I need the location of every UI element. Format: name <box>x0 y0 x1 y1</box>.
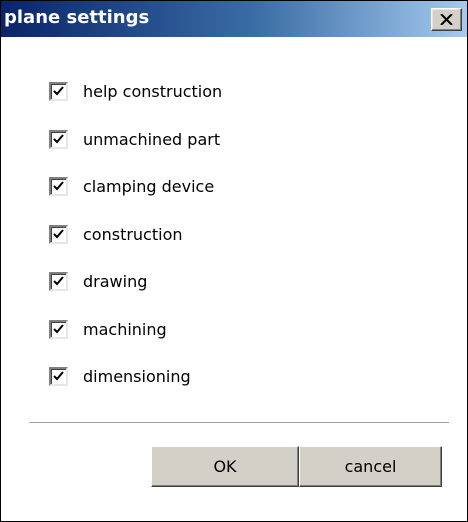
close-icon <box>440 14 453 25</box>
checkmark-icon <box>53 228 64 238</box>
checkmark-icon <box>53 181 64 191</box>
separator-line <box>29 422 449 424</box>
window-title: plane settings <box>4 7 150 28</box>
close-button[interactable] <box>431 8 462 31</box>
option-label: construction <box>83 224 183 244</box>
title-bar[interactable]: plane settings <box>1 1 467 37</box>
checkmark-icon <box>53 276 64 286</box>
option-label: dimensioning <box>83 367 191 386</box>
help-construction-checkbox[interactable] <box>49 82 68 101</box>
machining-checkbox[interactable] <box>49 319 68 339</box>
drawing-checkbox[interactable] <box>49 272 68 291</box>
option-label: unmachined part <box>83 129 221 149</box>
option-label: machining <box>83 319 167 339</box>
construction-checkbox[interactable] <box>49 224 68 244</box>
checkmark-icon <box>53 133 64 143</box>
cancel-button[interactable]: cancel <box>299 446 442 487</box>
unmachined-part-checkbox[interactable] <box>49 129 68 149</box>
ok-button[interactable]: OK <box>151 446 299 487</box>
checkmark-icon <box>53 323 64 333</box>
checkmark-icon <box>53 86 64 96</box>
option-label: clamping device <box>83 177 215 196</box>
option-label: help construction <box>83 82 223 101</box>
dimensioning-checkbox[interactable] <box>49 367 68 386</box>
dialog-window: plane settings help construction unmachi… <box>0 0 468 522</box>
checkmark-icon <box>53 371 64 381</box>
option-label: drawing <box>83 272 148 291</box>
clamping-device-checkbox[interactable] <box>49 177 68 196</box>
